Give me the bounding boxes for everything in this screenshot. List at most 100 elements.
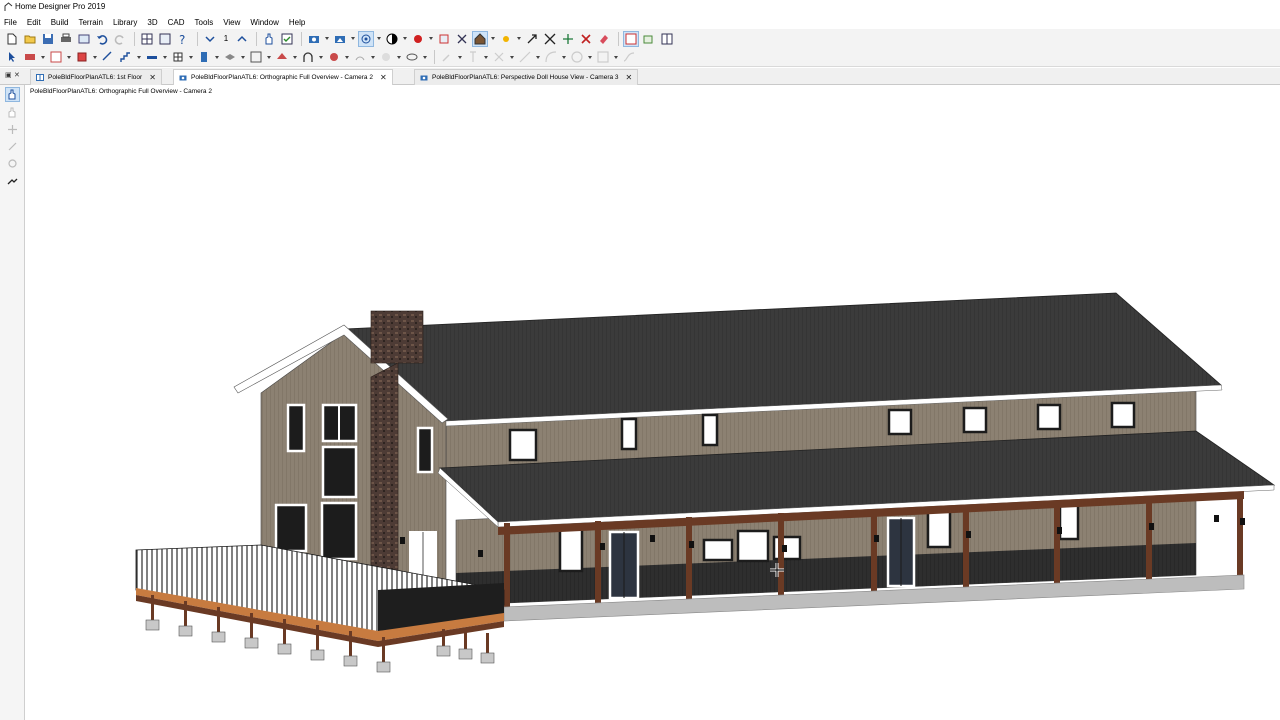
orbit-dropdown[interactable] (376, 31, 381, 47)
house-view-button[interactable] (472, 30, 488, 47)
sun-button[interactable] (498, 31, 514, 47)
text-button[interactable] (352, 49, 368, 65)
materials-dropdown[interactable] (240, 49, 245, 65)
camera-button[interactable] (306, 31, 322, 47)
framing-dropdown[interactable] (266, 49, 271, 65)
doors-dropdown[interactable] (214, 49, 219, 65)
backclip-button[interactable] (454, 31, 470, 47)
tab-close-icon[interactable]: ✕ (149, 73, 156, 82)
tile-windows-button[interactable] (623, 30, 639, 47)
menu-3d[interactable]: 3D (147, 18, 157, 27)
rooms-button[interactable] (48, 49, 64, 65)
delete-button[interactable] (578, 31, 594, 47)
select-objects-button[interactable] (261, 31, 277, 47)
house-view-dropdown[interactable] (490, 31, 495, 47)
menu-window[interactable]: Window (250, 18, 278, 27)
library-button[interactable] (326, 49, 342, 65)
sun-dropdown[interactable] (516, 31, 521, 47)
cad-arc-button[interactable] (543, 49, 559, 65)
floor-down-button[interactable] (202, 31, 218, 47)
beams-button[interactable] (144, 49, 160, 65)
beams-dropdown[interactable] (162, 49, 167, 65)
draw-line-button[interactable] (439, 49, 455, 65)
tab-perspective-camera-3[interactable]: PoleBldFloorPlanATL6: Perspective Doll H… (414, 69, 639, 85)
camera-dropdown[interactable] (324, 31, 329, 47)
select-pointer-button[interactable] (4, 49, 20, 65)
tab-1st-floor[interactable]: PoleBldFloorPlanATL6: 1st Floor ✕ (30, 69, 162, 85)
print-preview-button[interactable] (76, 31, 92, 47)
tab-close-icon[interactable]: ✕ (626, 73, 633, 82)
split-view-button[interactable] (659, 31, 675, 47)
help-button[interactable]: ? (175, 31, 191, 47)
elevation-camera-button[interactable] (332, 31, 348, 47)
text-dropdown[interactable] (370, 49, 375, 65)
terrain-dropdown[interactable] (396, 49, 401, 65)
roof-button[interactable] (274, 49, 290, 65)
material-dropdown[interactable] (428, 31, 433, 47)
cross-section-button[interactable] (436, 31, 452, 47)
material-button[interactable] (410, 31, 426, 47)
shapes-button[interactable] (404, 49, 420, 65)
arch-button[interactable] (300, 49, 316, 65)
materials-button[interactable] (222, 49, 238, 65)
walls-dropdown[interactable] (40, 49, 45, 65)
menu-library[interactable]: Library (113, 18, 137, 27)
dimensions-button[interactable] (100, 49, 116, 65)
rooms-dropdown[interactable] (66, 49, 71, 65)
menu-file[interactable]: File (4, 18, 17, 27)
shapes-dropdown[interactable] (422, 49, 427, 65)
fullscreen-button[interactable] (542, 31, 558, 47)
cad-cross-dropdown[interactable] (509, 49, 514, 65)
cad-spline-button[interactable] (621, 49, 637, 65)
floor-up-button[interactable] (234, 31, 250, 47)
cad-circle-button[interactable] (569, 49, 585, 65)
tab-orthographic-camera-2[interactable]: PoleBldFloorPlanATL6: Orthographic Full … (173, 69, 393, 85)
menu-cad[interactable]: CAD (168, 18, 185, 27)
doors-button[interactable] (196, 49, 212, 65)
3d-viewport[interactable]: PoleBldFloorPlanATL6: Orthographic Full … (26, 85, 1280, 720)
cad-box-button[interactable] (595, 49, 611, 65)
tilt-camera-button[interactable] (5, 139, 20, 154)
render-mode-dropdown[interactable] (402, 31, 407, 47)
menu-build[interactable]: Build (51, 18, 69, 27)
menu-tools[interactable]: Tools (195, 18, 214, 27)
orbit-camera-button[interactable] (358, 30, 374, 47)
layout-view-button[interactable] (157, 31, 173, 47)
cascade-button[interactable] (641, 31, 657, 47)
checklist-button[interactable] (279, 31, 295, 47)
draw-line-dropdown[interactable] (457, 49, 462, 65)
save-button[interactable] (40, 31, 56, 47)
dimension-line-button[interactable] (465, 49, 481, 65)
render-mode-button[interactable] (384, 31, 400, 47)
redo-button[interactable] (112, 31, 128, 47)
eraser-button[interactable] (596, 31, 612, 47)
cabinets-button[interactable] (74, 49, 90, 65)
cad-line-button[interactable] (517, 49, 533, 65)
restore-icon[interactable]: ▣ (5, 71, 12, 79)
walls-button[interactable] (22, 49, 38, 65)
menu-help[interactable]: Help (289, 18, 305, 27)
measure-button[interactable] (524, 31, 540, 47)
cad-arc-dropdown[interactable] (561, 49, 566, 65)
camera-settings-button[interactable] (5, 173, 20, 188)
adjust-button[interactable] (560, 31, 576, 47)
open-file-button[interactable] (22, 31, 38, 47)
cad-circle-dropdown[interactable] (587, 49, 592, 65)
cad-line-dropdown[interactable] (535, 49, 540, 65)
zoom-camera-button[interactable] (5, 156, 20, 171)
menu-terrain[interactable]: Terrain (78, 18, 102, 27)
plan-view-button[interactable] (139, 31, 155, 47)
arch-dropdown[interactable] (318, 49, 323, 65)
building-3d-render[interactable] (26, 85, 1280, 720)
orbit-tool-button[interactable] (5, 87, 20, 102)
new-file-button[interactable] (4, 31, 20, 47)
framing-button[interactable] (248, 49, 264, 65)
stairs-dropdown[interactable] (136, 49, 141, 65)
close-all-icon[interactable]: ✕ (14, 71, 20, 79)
cad-box-dropdown[interactable] (613, 49, 618, 65)
windows-tool-button[interactable] (170, 49, 186, 65)
roof-dropdown[interactable] (292, 49, 297, 65)
windows-tool-dropdown[interactable] (188, 49, 193, 65)
library-dropdown[interactable] (344, 49, 349, 65)
undo-button[interactable] (94, 31, 110, 47)
